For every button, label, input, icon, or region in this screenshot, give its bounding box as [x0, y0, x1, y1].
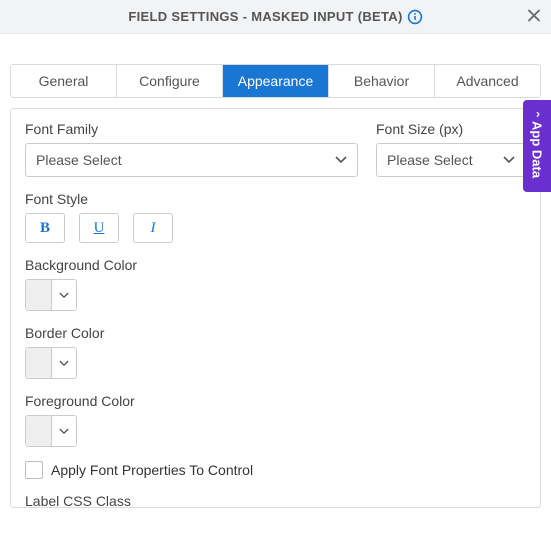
- apply-font-checkbox[interactable]: [25, 461, 43, 479]
- tab-general[interactable]: General: [11, 65, 117, 97]
- info-icon[interactable]: [407, 9, 423, 25]
- side-tab-label: App Data: [530, 121, 545, 178]
- bold-button[interactable]: B: [25, 213, 65, 243]
- background-color-label: Background Color: [25, 257, 526, 273]
- border-color-swatch: [26, 348, 52, 378]
- app-data-side-tab[interactable]: ‹ App Data: [523, 100, 551, 192]
- tab-bar: General Configure Appearance Behavior Ad…: [10, 64, 541, 98]
- apply-font-row: Apply Font Properties To Control: [25, 461, 526, 479]
- appearance-panel: Font Family Please Select Font Size (px)…: [10, 108, 541, 508]
- chevron-left-icon: ‹: [536, 108, 540, 122]
- font-family-label: Font Family: [25, 121, 358, 137]
- dialog-title: FIELD SETTINGS - MASKED INPUT (BETA): [128, 9, 402, 24]
- border-color-label: Border Color: [25, 325, 526, 341]
- background-color-swatch: [26, 280, 52, 310]
- tab-configure[interactable]: Configure: [117, 65, 223, 97]
- chevron-down-icon: [52, 280, 76, 310]
- tab-advanced[interactable]: Advanced: [435, 65, 540, 97]
- dialog-header: FIELD SETTINGS - MASKED INPUT (BETA): [0, 0, 551, 34]
- chevron-down-icon: [52, 348, 76, 378]
- font-style-group: B U I: [25, 213, 526, 243]
- background-color-picker[interactable]: [25, 279, 77, 311]
- font-size-label: Font Size (px): [376, 121, 526, 137]
- chevron-down-icon: [52, 416, 76, 446]
- border-color-picker[interactable]: [25, 347, 77, 379]
- font-size-select[interactable]: Please Select: [376, 143, 526, 177]
- italic-button[interactable]: I: [133, 213, 173, 243]
- close-icon[interactable]: [527, 6, 541, 27]
- foreground-color-swatch: [26, 416, 52, 446]
- foreground-color-picker[interactable]: [25, 415, 77, 447]
- underline-button[interactable]: U: [79, 213, 119, 243]
- apply-font-label: Apply Font Properties To Control: [51, 462, 253, 478]
- foreground-color-label: Foreground Color: [25, 393, 526, 409]
- font-style-label: Font Style: [25, 191, 526, 207]
- tab-behavior[interactable]: Behavior: [329, 65, 435, 97]
- font-family-select[interactable]: Please Select: [25, 143, 358, 177]
- tab-appearance[interactable]: Appearance: [223, 65, 329, 97]
- label-css-label: Label CSS Class: [25, 493, 526, 508]
